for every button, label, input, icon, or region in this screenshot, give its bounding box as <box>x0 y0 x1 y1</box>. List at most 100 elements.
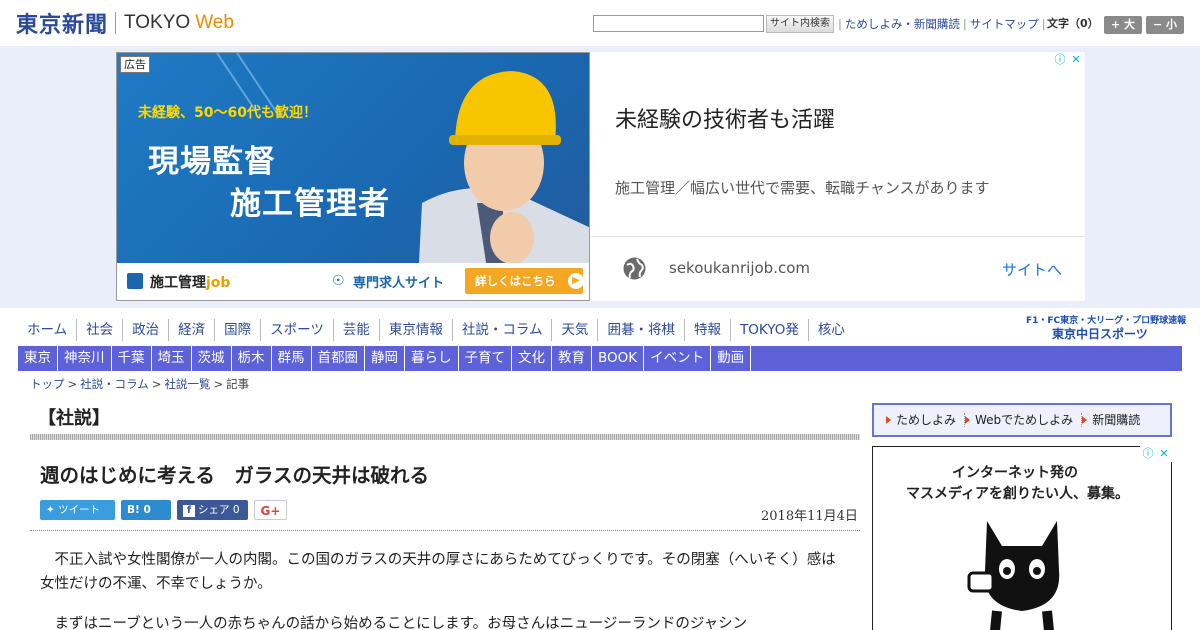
nav-item-entertainment[interactable]: 芸能 <box>332 319 379 341</box>
globe-icon <box>623 257 646 280</box>
logo-divider <box>115 12 117 34</box>
link-separator: | <box>838 17 842 31</box>
ad-title[interactable]: 未経験の技術者も活躍 <box>615 102 835 134</box>
ad-brand-prefix: 施工管理 <box>150 275 206 291</box>
region-item-education[interactable]: 教育 <box>552 346 592 371</box>
link-separator: | <box>962 17 967 31</box>
site-search-button[interactable]: サイト内検索 <box>766 15 834 33</box>
tweet-button[interactable]: ✦ ツイート <box>40 500 115 520</box>
chunichi-sports-logo[interactable]: 東京中日スポーツ <box>1052 325 1148 342</box>
tweet-label: ツイート <box>58 504 101 516</box>
article-header-divider <box>30 530 860 531</box>
ad-description: 施工管理／幅広い世代で需要、転職チャンスがあります <box>615 179 990 197</box>
site-search-input[interactable] <box>593 15 764 32</box>
ad-badge: 広告 <box>120 56 150 73</box>
trial-subscribe-link[interactable]: ためしよみ・新聞購読 <box>845 15 960 33</box>
arrow-right-icon: ▶ <box>568 273 584 289</box>
google-plus-button[interactable]: G+ <box>254 500 287 520</box>
sidebar-ad-text-1: インターネット発の <box>952 465 1078 481</box>
info-icon[interactable]: ⓘ <box>1052 52 1068 68</box>
person-search-icon: ☉ <box>332 273 345 289</box>
twitter-icon: ✦ <box>46 504 59 516</box>
info-icon[interactable]: ⓘ <box>1140 446 1156 462</box>
ad-divider <box>591 236 1085 237</box>
breadcrumb-editorial-column[interactable]: 社説・コラム <box>80 377 149 391</box>
subscription-promo-box: ためしよみ Webでためしよみ 新聞購読 <box>872 403 1172 437</box>
hatena-bookmark-button[interactable]: B! 0 <box>121 500 171 520</box>
breadcrumb-separator: > <box>213 377 224 391</box>
nav-item-weather[interactable]: 天気 <box>551 319 597 341</box>
region-item-book[interactable]: BOOK <box>592 346 645 371</box>
sitemap-link[interactable]: サイトマップ <box>970 15 1039 33</box>
breadcrumb-top[interactable]: トップ <box>30 377 65 391</box>
breadcrumb: トップ > 社説・コラム > 社説一覧 > 記事 <box>30 377 249 391</box>
ad-site-label: 専門求人サイト <box>353 276 445 291</box>
nav-item-sports[interactable]: スポーツ <box>260 319 333 341</box>
region-item-kanagawa[interactable]: 神奈川 <box>58 346 112 371</box>
top-header: 東京新聞 TOKYO Web サイト内検索 | ためしよみ・新聞購読 | サイト… <box>0 0 1200 46</box>
ad-headline-2: 施工管理者 <box>230 186 390 222</box>
region-item-tochigi[interactable]: 栃木 <box>232 346 272 371</box>
logo-web-text: Web <box>195 12 234 33</box>
breadcrumb-separator: > <box>67 377 78 391</box>
region-item-living[interactable]: 暮らし <box>405 346 459 371</box>
article-title: 週のはじめに考える ガラスの天井は破れる <box>40 464 430 487</box>
region-item-shutoken[interactable]: 首都圏 <box>312 346 365 371</box>
font-size-label: 文字（0） <box>1047 17 1099 30</box>
trial-link[interactable]: ためしよみ <box>886 413 966 427</box>
region-item-parenting[interactable]: 子育て <box>459 346 512 371</box>
top-links: | ためしよみ・新聞購読 | サイトマップ | <box>835 15 1049 33</box>
ad-cta-button[interactable]: 詳しくはこちら <box>465 268 583 294</box>
nav-item-go-shogi[interactable]: 囲碁・将棋 <box>597 319 684 341</box>
ad-brand: 施工管理job <box>150 272 230 292</box>
nav-item-home[interactable]: ホーム <box>18 319 76 341</box>
region-item-events[interactable]: イベント <box>644 346 712 371</box>
region-item-gunma[interactable]: 群馬 <box>272 346 312 371</box>
link-separator: | <box>1041 17 1046 31</box>
breadcrumb-current: 記事 <box>226 377 250 391</box>
nav-item-tokyo-info[interactable]: 東京情報 <box>378 319 452 341</box>
region-nav: 東京 神奈川 千葉 埼玉 茨城 栃木 群馬 首都圏 静岡 暮らし 子育て 文化 … <box>18 346 1182 371</box>
ad-headline-1: 現場監督 <box>148 144 276 180</box>
region-item-saitama[interactable]: 埼玉 <box>152 346 192 371</box>
region-item-shizuoka[interactable]: 静岡 <box>365 346 405 371</box>
region-item-culture[interactable]: 文化 <box>512 346 552 371</box>
nav-item-economy[interactable]: 経済 <box>168 319 214 341</box>
font-smaller-button[interactable]: − 小 <box>1146 16 1184 34</box>
facebook-share-button[interactable]: f シェア 0 <box>177 500 248 520</box>
nav-item-editorial-column[interactable]: 社説・コラム <box>451 319 552 341</box>
article-date: 2018年11月4日 <box>761 509 858 524</box>
close-icon[interactable]: ✕ <box>1068 52 1084 68</box>
nav-item-society[interactable]: 社会 <box>76 319 122 341</box>
breadcrumb-editorial-list[interactable]: 社説一覧 <box>164 377 210 391</box>
region-item-ibaraki[interactable]: 茨城 <box>192 346 232 371</box>
main-nav: ホーム 社会 政治 経済 国際 スポーツ 芸能 東京情報 社説・コラム 天気 囲… <box>18 319 854 341</box>
section-divider <box>30 434 860 440</box>
logo-tokyo-text: TOKYO <box>124 12 191 33</box>
sidebar-ad-text-2: マスメディアを創りたい人、募集。 <box>906 486 1130 502</box>
ad-brand-job: job <box>206 275 231 291</box>
font-larger-button[interactable]: + 大 <box>1104 16 1142 34</box>
ad-visit-site-link[interactable]: サイトへ <box>1002 259 1062 280</box>
subscribe-link[interactable]: 新聞購読 <box>1082 413 1148 427</box>
nav-item-tokyo-hatsu[interactable]: TOKYO発 <box>729 319 808 341</box>
nav-item-special-report[interactable]: 特報 <box>683 319 730 341</box>
sidebar-ad-choices[interactable]: ⓘ ✕ <box>1140 446 1172 462</box>
region-item-video[interactable]: 動画 <box>711 346 752 371</box>
breadcrumb-separator: > <box>151 377 162 391</box>
close-icon[interactable]: ✕ <box>1156 446 1172 462</box>
web-trial-link[interactable]: Webでためしよみ <box>965 413 1083 427</box>
nav-item-kakushin[interactable]: 核心 <box>807 319 854 341</box>
site-logo[interactable]: 東京新聞 TOKYO Web <box>16 8 234 38</box>
brand-logo-icon <box>127 273 143 289</box>
section-label: 【社説】 <box>38 408 110 429</box>
logo-text: 東京新聞 <box>16 12 109 38</box>
dog-mascot-illustration <box>967 521 1060 630</box>
region-item-tokyo[interactable]: 東京 <box>18 346 58 371</box>
ad-choices[interactable]: ⓘ ✕ <box>1052 52 1084 68</box>
nav-item-international[interactable]: 国際 <box>214 319 260 341</box>
nav-item-politics[interactable]: 政治 <box>122 319 168 341</box>
region-item-chiba[interactable]: 千葉 <box>112 346 152 371</box>
article-paragraph: 不正入試や女性閣僚が一人の内閣。この国のガラスの天井の厚さにあらためてびっくりで… <box>40 552 836 592</box>
ad-domain: sekoukanrijob.com <box>669 259 811 277</box>
